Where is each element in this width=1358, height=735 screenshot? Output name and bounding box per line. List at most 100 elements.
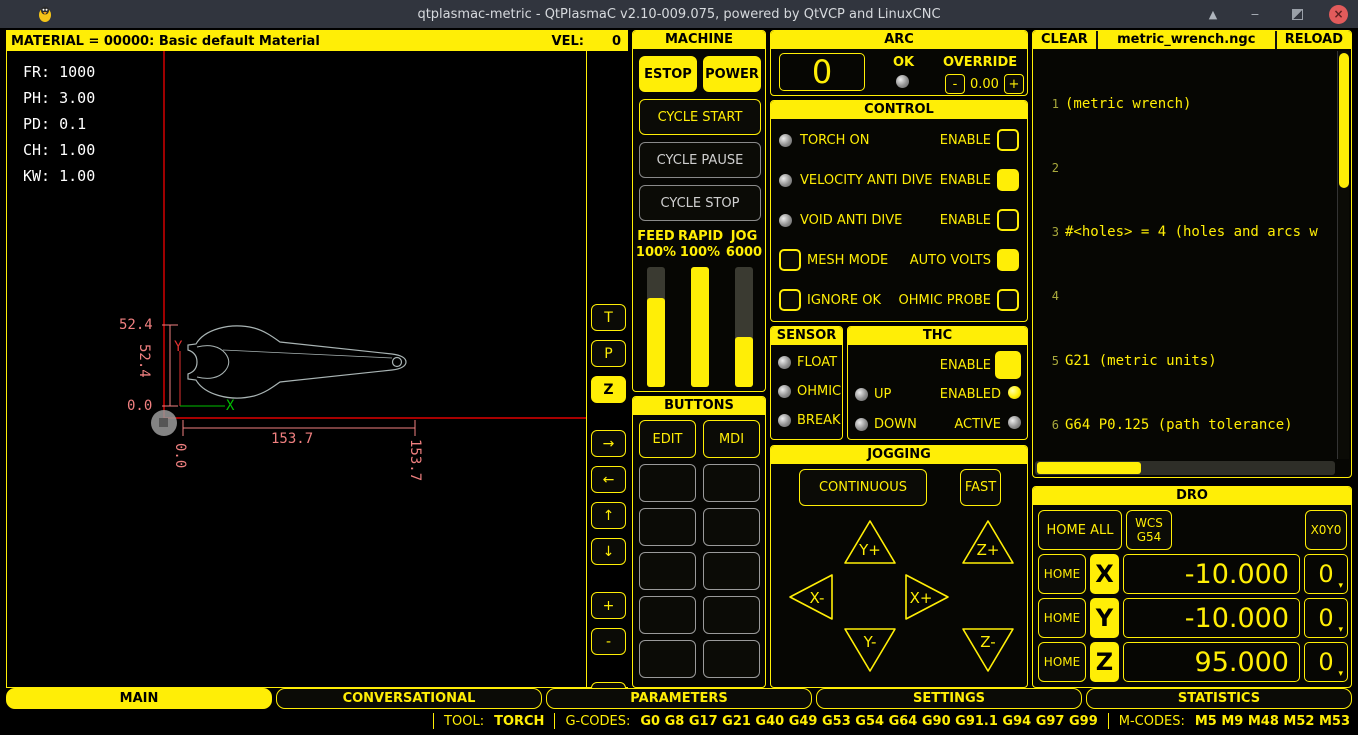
pan-up-button[interactable]: ↑ (591, 502, 626, 529)
ohmic-probe-checkbox[interactable] (997, 289, 1019, 311)
home-y-button[interactable]: HOME (1038, 598, 1086, 638)
user-button-3[interactable] (639, 464, 696, 502)
gcode-vertical-scrollbar[interactable] (1337, 51, 1349, 459)
arc-ok-label: OK (893, 55, 914, 70)
view-t-button[interactable]: T (591, 304, 626, 331)
torch-enable-checkbox[interactable] (997, 129, 1019, 151)
gcode-hscroll-thumb[interactable] (1037, 462, 1141, 474)
auto-volts-checkbox[interactable] (997, 249, 1019, 271)
arc-panel: ARC 0 OK OVERRIDE - 0.00 + (770, 30, 1028, 96)
thc-up-label: UP (874, 387, 891, 402)
tab-main[interactable]: MAIN (6, 688, 272, 709)
feed-label: FEED (634, 229, 678, 244)
edit-button[interactable]: EDIT (639, 420, 696, 458)
zoom-out-button[interactable]: - (591, 628, 626, 655)
jog-value: 6000 (722, 245, 766, 260)
user-button-10[interactable] (703, 596, 760, 634)
tab-statistics[interactable]: STATISTICS (1086, 688, 1352, 709)
dim-y-extent: 52.4 (136, 344, 152, 378)
user-button-6[interactable] (703, 508, 760, 546)
rapid-value: 100% (678, 245, 722, 260)
cycle-start-button[interactable]: CYCLE START (639, 99, 761, 135)
auto-volts-label: AUTO VOLTS (910, 253, 991, 268)
ohmic-probe-label: OHMIC PROBE (898, 293, 991, 308)
jogging-panel: JOGGING CONTINUOUS FAST Y+ Z+ X- X+ Y- (770, 445, 1028, 688)
user-button-4[interactable] (703, 464, 760, 502)
thc-active-led (1008, 416, 1021, 429)
user-button-5[interactable] (639, 508, 696, 546)
gcode-text[interactable]: 1(metric wrench) 2 3#<holes> = 4 (holes … (1035, 51, 1335, 459)
tab-parameters[interactable]: PARAMETERS (546, 688, 812, 709)
pan-down-button[interactable]: ↓ (591, 538, 626, 565)
window-title: qtplasmac-metric - QtPlasmaC v2.10-009.0… (0, 7, 1358, 22)
override-label: OVERRIDE (943, 55, 1017, 70)
restore-icon[interactable] (1287, 4, 1307, 24)
velocity-value: 0 (612, 34, 621, 49)
jog-z-minus-button[interactable]: Z- (959, 625, 1017, 675)
power-button[interactable]: POWER (703, 56, 761, 92)
zero-x-button[interactable]: 0▾ (1304, 554, 1348, 594)
pan-left-button[interactable]: ← (591, 466, 626, 493)
mesh-mode-checkbox[interactable] (779, 249, 801, 271)
rapid-label: RAPID (678, 229, 722, 244)
home-all-button[interactable]: HOME ALL (1038, 510, 1122, 550)
minimize-icon[interactable]: − (1245, 4, 1265, 24)
gcode-preview[interactable]: FR: 1000 PH: 3.00 PD: 0.1 CH: 1.00 KW: 1… (7, 51, 587, 687)
velocity-anti-dive-led (779, 174, 792, 187)
gcode-vscroll-thumb[interactable] (1339, 53, 1349, 188)
thc-panel-title: THC (848, 327, 1027, 345)
rapid-override-slider[interactable] (691, 267, 709, 387)
gcode-clear-button[interactable]: CLEAR (1033, 31, 1096, 49)
tab-conversational[interactable]: CONVERSATIONAL (276, 688, 542, 709)
jog-continuous-button[interactable]: CONTINUOUS (799, 469, 927, 506)
ignore-ok-checkbox[interactable] (779, 289, 801, 311)
tab-settings[interactable]: SETTINGS (816, 688, 1082, 709)
jog-fast-button[interactable]: FAST (960, 469, 1001, 506)
y-axis-label: Y (174, 339, 182, 355)
zero-z-button[interactable]: 0▾ (1304, 642, 1348, 682)
override-plus-button[interactable]: + (1004, 74, 1024, 94)
close-icon[interactable]: × (1329, 5, 1348, 24)
user-button-7[interactable] (639, 552, 696, 590)
user-button-8[interactable] (703, 552, 760, 590)
gcode-reload-button[interactable]: RELOAD (1277, 31, 1351, 49)
home-z-button[interactable]: HOME (1038, 642, 1086, 682)
home-x-button[interactable]: HOME (1038, 554, 1086, 594)
torch-enable-label: ENABLE (940, 133, 991, 148)
view-z-button[interactable]: Z (591, 376, 626, 403)
rollup-icon[interactable]: ▲ (1203, 4, 1223, 24)
cycle-pause-button[interactable]: CYCLE PAUSE (639, 142, 761, 178)
vad-enable-checkbox[interactable] (997, 169, 1019, 191)
jog-x-minus-button[interactable]: X- (785, 571, 837, 623)
x0y0-button[interactable]: X0Y0 (1305, 510, 1347, 550)
pan-right-button[interactable]: → (591, 430, 626, 457)
void-enable-checkbox[interactable] (997, 209, 1019, 231)
jog-z-plus-button[interactable]: Z+ (959, 517, 1017, 567)
jog-x-plus-button[interactable]: X+ (901, 571, 953, 623)
mcodes-label: M-CODES: (1119, 714, 1185, 729)
override-minus-button[interactable]: - (945, 74, 965, 94)
user-button-11[interactable] (639, 640, 696, 678)
jog-y-plus-button[interactable]: Y+ (841, 517, 899, 567)
jog-y-minus-button[interactable]: Y- (841, 625, 899, 675)
user-button-12[interactable] (703, 640, 760, 678)
zero-y-button[interactable]: 0▾ (1304, 598, 1348, 638)
thc-enable-checkbox[interactable] (995, 351, 1021, 379)
mesh-mode-label: MESH MODE (807, 253, 888, 268)
estop-button[interactable]: ESTOP (639, 56, 697, 92)
gcode-filename: metric_wrench.ngc (1096, 31, 1277, 49)
gcode-horizontal-scrollbar[interactable] (1035, 461, 1335, 475)
thc-panel: THC ENABLE UP ENABLED DOWN ACTIVE (847, 326, 1028, 440)
feed-override-slider[interactable] (647, 267, 665, 387)
material-selector[interactable]: MATERIAL = 00000: Basic default Material… (7, 31, 627, 51)
jog-speed-slider[interactable] (735, 267, 753, 387)
zoom-in-button[interactable]: + (591, 592, 626, 619)
mdi-button[interactable]: MDI (703, 420, 760, 458)
buttons-panel-title: BUTTONS (633, 397, 765, 415)
wcs-button[interactable]: WCSG54 (1126, 510, 1172, 550)
qtplasmac-window: qtplasmac-metric - QtPlasmaC v2.10-009.0… (0, 0, 1358, 735)
view-p-button[interactable]: P (591, 340, 626, 367)
dim-x-zero: 0.0 (172, 443, 188, 468)
cycle-stop-button[interactable]: CYCLE STOP (639, 185, 761, 221)
user-button-9[interactable] (639, 596, 696, 634)
